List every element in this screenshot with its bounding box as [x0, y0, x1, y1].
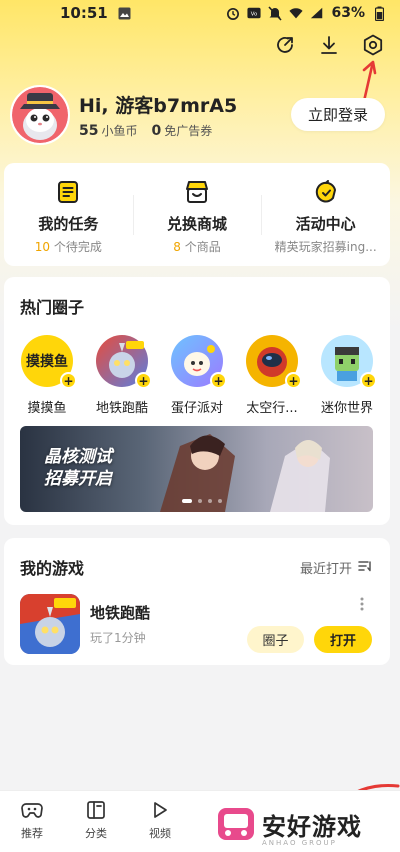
plus-icon[interactable]: + — [60, 372, 77, 389]
nav-label: 分类 — [85, 827, 107, 840]
hot-circles-card: 热门圈子 摸摸鱼 + 摸摸鱼 + 地铁跑酷 + 蛋仔派对 + 太空行... + … — [4, 277, 390, 525]
game-icon[interactable] — [20, 594, 80, 654]
quick-item-activity[interactable]: 活动中心 精英玩家招募ing... — [261, 163, 390, 266]
circle-list: 摸摸鱼 + 摸摸鱼 + 地铁跑酷 + 蛋仔派对 + 太空行... + 迷你世界 — [12, 335, 382, 416]
sort-icon — [358, 560, 372, 576]
banner-pagination — [182, 499, 222, 503]
svg-text:摸摸鱼: 摸摸鱼 — [26, 353, 68, 370]
gamepad-icon — [21, 799, 43, 821]
top-actions — [274, 34, 384, 56]
plus-icon[interactable]: + — [285, 372, 302, 389]
circle-label: 太空行... — [246, 401, 298, 416]
open-button[interactable]: 打开 — [314, 626, 372, 653]
settings-icon[interactable] — [362, 34, 384, 56]
avatar[interactable] — [10, 85, 70, 145]
volte-icon: Vo — [247, 6, 262, 20]
circle-label: 蛋仔派对 — [170, 401, 223, 416]
promo-banner[interactable]: 晶核测试 招募开启 — [20, 426, 373, 512]
recent-sort[interactable]: 最近打开 — [300, 558, 372, 577]
user-greeting: Hi, 游客b7mrA5 — [79, 95, 238, 117]
gallery-icon — [118, 6, 132, 20]
nav-label: 推荐 — [21, 827, 43, 840]
circle-avatar: + — [171, 335, 227, 389]
status-bar: 10:51 Vo 63% — [0, 0, 400, 26]
circle-item[interactable]: + 迷你世界 — [312, 335, 382, 416]
nav-item-video[interactable]: 视频 — [128, 791, 192, 852]
pagination-dot — [182, 499, 192, 503]
circle-label: 地铁跑酷 — [95, 401, 148, 416]
section-title: 热门圈子 — [20, 298, 85, 317]
pagination-dot — [218, 499, 222, 503]
activity-icon — [313, 179, 339, 205]
quick-menu: 我的任务 10 个待完成 兑换商城 8 个商品 活动中心 精英玩家招募ing..… — [4, 163, 390, 266]
circle-label: 迷你世界 — [320, 401, 373, 416]
watermark-subtext: ANHAO GROUP — [262, 839, 337, 847]
quick-sub: 精英玩家招募ing... — [274, 240, 377, 254]
game-name: 地铁跑酷 — [90, 604, 151, 622]
plus-icon[interactable]: + — [360, 372, 377, 389]
download-icon[interactable] — [318, 34, 340, 56]
coupons-label: 免广告券 — [164, 124, 213, 138]
more-icon[interactable] — [360, 596, 364, 615]
coupons-count: 0 — [151, 123, 162, 139]
quick-sub: 10 个待完成 — [34, 240, 102, 254]
login-button[interactable]: 立即登录 — [291, 98, 385, 131]
nav-item-category[interactable]: 分类 — [64, 791, 128, 852]
shop-icon — [184, 179, 210, 205]
signal-icon — [310, 6, 324, 20]
svg-text:Vo: Vo — [251, 12, 257, 18]
circle-avatar: + — [96, 335, 152, 389]
circle-avatar: 摸摸鱼 + — [21, 335, 77, 389]
watermark-text: 安好游戏 — [262, 812, 362, 841]
nav-label: 视频 — [149, 827, 171, 840]
coins-count: 55 — [79, 123, 99, 139]
quick-sub: 8 个商品 — [173, 240, 221, 254]
video-icon — [149, 799, 171, 821]
banner-text: 晶核测试 招募开启 — [44, 447, 112, 489]
circle-item[interactable]: + 地铁跑酷 — [87, 335, 157, 416]
coupons-stat[interactable]: 0 免广告券 — [152, 122, 213, 139]
coins-stat[interactable]: 55 小鱼币 — [79, 122, 138, 139]
coins-label: 小鱼币 — [101, 124, 138, 138]
circle-label: 摸摸鱼 — [27, 401, 67, 416]
battery-icon — [372, 6, 386, 21]
pagination-dot — [208, 499, 212, 503]
quick-title: 我的任务 — [38, 215, 99, 233]
circle-item[interactable]: 摸摸鱼 + 摸摸鱼 — [12, 335, 82, 416]
circle-item[interactable]: + 太空行... — [237, 335, 307, 416]
circle-avatar: + — [321, 335, 377, 389]
wifi-icon — [289, 6, 304, 20]
game-playtime: 玩了1分钟 — [90, 631, 146, 645]
quick-item-tasks[interactable]: 我的任务 10 个待完成 — [4, 163, 133, 266]
user-stats: 55 小鱼币 0 免广告券 — [79, 122, 212, 139]
mute-icon — [268, 5, 283, 21]
circle-item[interactable]: + 蛋仔派对 — [162, 335, 232, 416]
status-time: 10:51 — [60, 4, 108, 22]
quick-item-shop[interactable]: 兑换商城 8 个商品 — [132, 163, 262, 266]
share-icon[interactable] — [274, 34, 296, 56]
nav-item-recommend[interactable]: 推荐 — [0, 791, 64, 852]
category-icon — [85, 799, 107, 821]
plus-icon[interactable]: + — [210, 372, 227, 389]
alarm-icon — [226, 6, 240, 20]
plus-icon[interactable]: + — [135, 372, 152, 389]
quick-title: 兑换商城 — [167, 215, 228, 233]
quick-title: 活动中心 — [295, 215, 356, 233]
section-title: 我的游戏 — [20, 559, 85, 578]
my-games-card: 我的游戏 最近打开 地铁跑酷 玩了1分钟 圈子 打开 — [4, 538, 390, 665]
pagination-dot — [198, 499, 202, 503]
battery-percent: 63% — [331, 5, 365, 21]
watermark-logo-icon — [218, 808, 254, 840]
task-icon — [55, 179, 81, 205]
recent-label: 最近打开 — [299, 562, 352, 577]
circle-button[interactable]: 圈子 — [247, 626, 304, 653]
circle-avatar: + — [246, 335, 302, 389]
